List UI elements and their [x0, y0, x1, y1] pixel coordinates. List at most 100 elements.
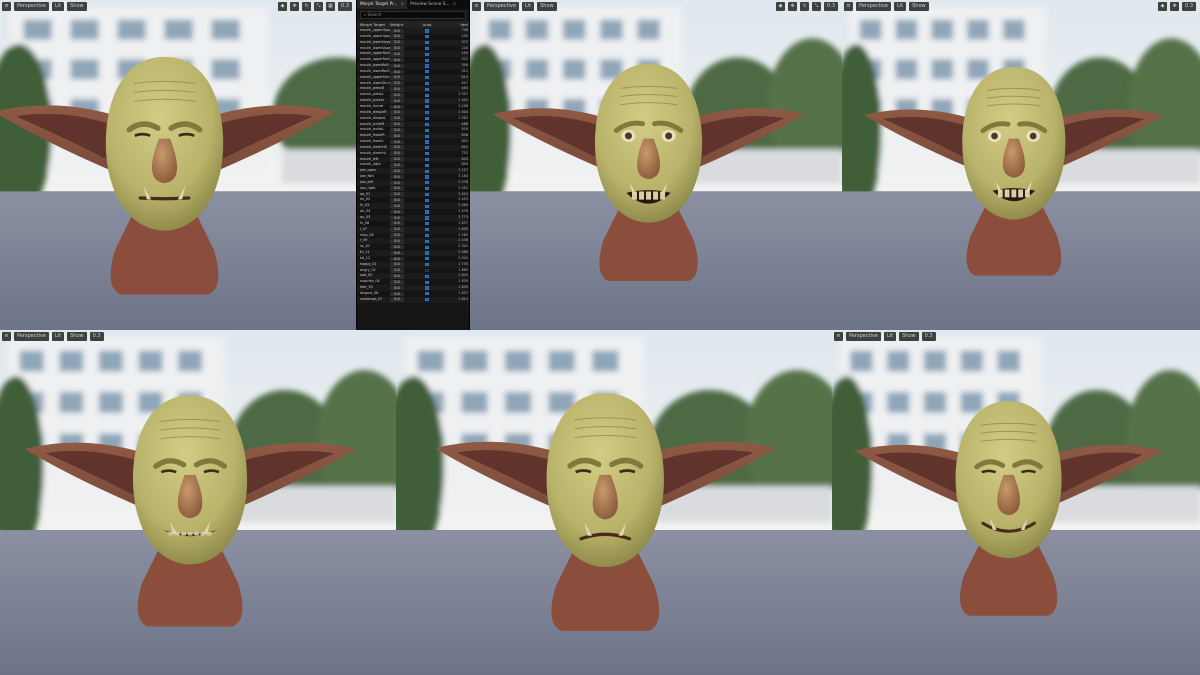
auto-checkbox[interactable] — [425, 181, 429, 185]
perspective-button[interactable]: Perspective — [856, 2, 891, 11]
tab-preview-scene-settings[interactable]: Preview Scene S... × — [407, 0, 459, 9]
menu-icon[interactable]: ≡ — [834, 332, 843, 341]
viewport-snarl-1[interactable]: ≡ Perspective Lit Show ◆ ✥ ↻ ⤡ 0.3 — [470, 0, 842, 330]
weight-field[interactable]: 0.0 — [390, 250, 404, 256]
weight-field[interactable]: 0.0 — [390, 98, 404, 104]
auto-checkbox[interactable] — [425, 239, 429, 243]
weight-field[interactable]: 0.0 — [390, 198, 404, 203]
weight-field[interactable]: 0.0 — [390, 87, 404, 92]
auto-checkbox[interactable] — [425, 134, 429, 138]
weight-field[interactable]: 0.0 — [390, 227, 404, 232]
auto-checkbox[interactable] — [425, 286, 429, 290]
auto-checkbox[interactable] — [425, 81, 429, 86]
weight-field[interactable]: 0.0 — [390, 46, 404, 51]
auto-checkbox[interactable] — [425, 192, 429, 197]
move-icon[interactable]: ✥ — [1170, 2, 1180, 11]
perspective-button[interactable]: Perspective — [484, 2, 519, 11]
auto-checkbox[interactable] — [425, 175, 429, 179]
auto-checkbox[interactable] — [425, 257, 429, 261]
weight-field[interactable]: 0.0 — [390, 297, 404, 303]
weight-field[interactable]: 0.0 — [390, 221, 404, 227]
menu-icon[interactable]: ≡ — [2, 2, 11, 11]
weight-field[interactable]: 0.0 — [390, 69, 404, 75]
morph-target-row[interactable]: contempt_07 0.0 1 810 — [357, 296, 469, 303]
weight-field[interactable]: 0.0 — [390, 186, 404, 192]
weight-field[interactable]: 0.0 — [390, 75, 404, 80]
auto-checkbox[interactable] — [425, 152, 429, 156]
weight-field[interactable]: 0.0 — [390, 63, 404, 69]
auto-checkbox[interactable] — [425, 233, 429, 238]
weight-field[interactable]: 0.0 — [390, 163, 404, 168]
auto-checkbox[interactable] — [425, 245, 429, 249]
weight-field[interactable]: 0.0 — [390, 244, 404, 250]
weight-field[interactable]: 0.0 — [390, 151, 404, 156]
auto-checkbox[interactable] — [425, 52, 429, 56]
lit-button[interactable]: Lit — [51, 2, 65, 11]
auto-checkbox[interactable] — [425, 99, 429, 103]
scale-icon[interactable]: ⤡ — [314, 2, 324, 11]
weight-field[interactable]: 0.0 — [390, 28, 404, 34]
show-button[interactable]: Show — [909, 2, 929, 11]
viewport-smile[interactable]: ≡ Perspective Lit Show 0.3 — [832, 330, 1200, 675]
auto-checkbox[interactable] — [425, 251, 429, 255]
rotate-icon[interactable]: ↻ — [800, 2, 810, 11]
lit-button[interactable]: Lit — [883, 332, 897, 341]
auto-checkbox[interactable] — [425, 70, 429, 74]
auto-checkbox[interactable] — [425, 268, 429, 273]
perspective-button[interactable]: Perspective — [14, 2, 49, 11]
weight-field[interactable]: 0.0 — [390, 110, 404, 116]
show-button[interactable]: Show — [537, 2, 557, 11]
camera-speed[interactable]: 0.3 — [921, 332, 936, 341]
close-icon[interactable]: × — [453, 2, 457, 7]
auto-checkbox[interactable] — [425, 35, 429, 39]
auto-checkbox[interactable] — [425, 58, 429, 62]
auto-checkbox[interactable] — [425, 116, 429, 121]
select-icon[interactable]: ◆ — [776, 2, 786, 11]
camera-speed[interactable]: 0.3 — [89, 332, 104, 341]
weight-field[interactable]: 0.0 — [390, 209, 404, 215]
lit-button[interactable]: Lit — [521, 2, 535, 11]
auto-checkbox[interactable] — [425, 87, 429, 91]
auto-checkbox[interactable] — [425, 105, 429, 109]
weight-field[interactable]: 0.0 — [390, 122, 404, 127]
auto-checkbox[interactable] — [425, 187, 429, 191]
select-icon[interactable]: ◆ — [1158, 2, 1168, 11]
lit-button[interactable]: Lit — [893, 2, 907, 11]
weight-field[interactable]: 0.0 — [390, 256, 404, 262]
weight-field[interactable]: 0.0 — [390, 40, 404, 45]
camera-speed[interactable]: 0.3 — [338, 2, 352, 11]
auto-checkbox[interactable] — [425, 29, 429, 33]
auto-checkbox[interactable] — [425, 204, 429, 208]
auto-checkbox[interactable] — [425, 169, 429, 173]
weight-field[interactable]: 0.0 — [390, 92, 404, 98]
scale-icon[interactable]: ⤡ — [812, 2, 822, 11]
weight-field[interactable]: 0.0 — [390, 192, 404, 197]
camera-speed[interactable]: 0.3 — [824, 2, 838, 11]
rotate-icon[interactable]: ↻ — [302, 2, 312, 11]
weight-field[interactable]: 0.0 — [390, 279, 404, 285]
weight-field[interactable]: 0.0 — [390, 233, 404, 238]
close-icon[interactable]: × — [401, 2, 405, 7]
auto-checkbox[interactable] — [425, 122, 429, 127]
weight-field[interactable]: 0.0 — [390, 145, 404, 151]
auto-checkbox[interactable] — [425, 93, 429, 97]
weight-field[interactable]: 0.0 — [390, 104, 404, 110]
auto-checkbox[interactable] — [425, 274, 429, 278]
tab-morph-target-preview[interactable]: Morph Target Pr... × — [357, 0, 408, 9]
show-button[interactable]: Show — [67, 2, 87, 11]
auto-checkbox[interactable] — [425, 128, 429, 132]
weight-field[interactable]: 0.0 — [390, 157, 404, 162]
weight-field[interactable]: 0.0 — [390, 262, 404, 267]
perspective-button[interactable]: Perspective — [846, 332, 881, 341]
move-icon[interactable]: ✥ — [788, 2, 798, 11]
auto-checkbox[interactable] — [425, 216, 429, 220]
weight-field[interactable]: 0.0 — [390, 291, 404, 297]
auto-checkbox[interactable] — [425, 140, 429, 144]
menu-icon[interactable]: ≡ — [844, 2, 853, 11]
weight-field[interactable]: 0.0 — [390, 127, 404, 133]
auto-checkbox[interactable] — [425, 46, 429, 51]
weight-field[interactable]: 0.0 — [390, 168, 404, 174]
weight-field[interactable]: 0.0 — [390, 215, 404, 221]
grid-icon[interactable]: ▦ — [326, 2, 336, 11]
weight-field[interactable]: 0.0 — [390, 238, 404, 244]
